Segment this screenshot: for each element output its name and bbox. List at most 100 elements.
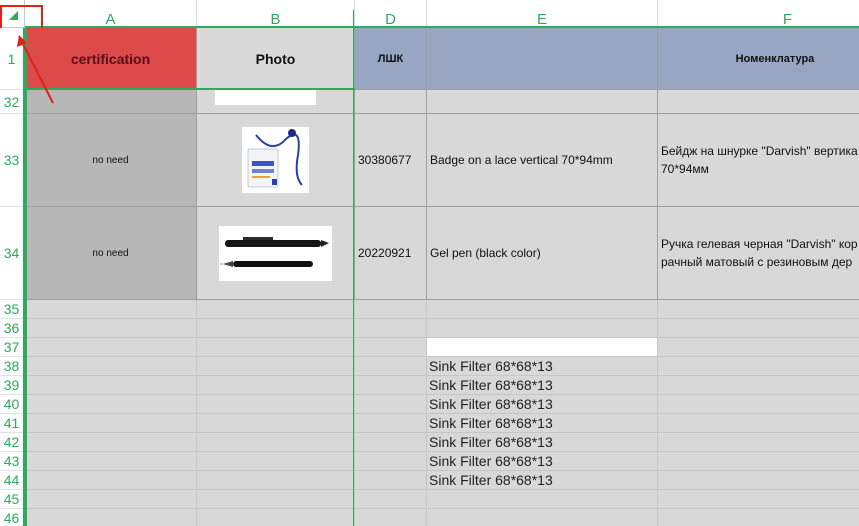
row33-code-cell[interactable]: 30380677 bbox=[355, 114, 427, 207]
row-header-32[interactable]: 32 bbox=[0, 90, 23, 114]
row46-description-cell[interactable] bbox=[427, 509, 658, 526]
column-header-e[interactable]: E bbox=[427, 0, 658, 28]
row-header-1[interactable]: 1 bbox=[0, 28, 23, 90]
row-header-40[interactable]: 40 bbox=[0, 395, 23, 414]
row-header-37[interactable]: 37 bbox=[0, 338, 23, 357]
row45-description-cell[interactable] bbox=[427, 490, 658, 509]
row43-code-cell[interactable] bbox=[355, 452, 427, 471]
row37-description-cell[interactable] bbox=[427, 338, 658, 357]
row38-description-cell[interactable]: Sink Filter 68*68*13 bbox=[427, 357, 658, 376]
row32-certification-cell[interactable] bbox=[25, 90, 197, 114]
row32-code-cell[interactable] bbox=[355, 90, 427, 114]
column-header-a[interactable]: A bbox=[25, 0, 197, 28]
row44-nomenclature-cell[interactable] bbox=[658, 471, 859, 490]
row-header-42[interactable]: 42 bbox=[0, 433, 23, 452]
column-header-d[interactable]: D bbox=[355, 0, 427, 28]
row-header-41[interactable]: 41 bbox=[0, 414, 23, 433]
row-header-34[interactable]: 34 bbox=[0, 207, 23, 300]
row46-code-cell[interactable] bbox=[355, 509, 427, 526]
row39-nomenclature-cell[interactable] bbox=[658, 376, 859, 395]
row46-nomenclature-cell[interactable] bbox=[658, 509, 859, 526]
row32-nomenclature-cell[interactable] bbox=[658, 90, 859, 114]
row40-certification-cell[interactable] bbox=[25, 395, 197, 414]
row41-certification-cell[interactable] bbox=[25, 414, 197, 433]
column-header-f[interactable]: F bbox=[658, 0, 859, 28]
row36-nomenclature-cell[interactable] bbox=[658, 319, 859, 338]
row39-certification-cell[interactable] bbox=[25, 376, 197, 395]
row43-certification-cell[interactable] bbox=[25, 452, 197, 471]
row41-description-cell[interactable]: Sink Filter 68*68*13 bbox=[427, 414, 658, 433]
row38-nomenclature-cell[interactable] bbox=[658, 357, 859, 376]
row46-certification-cell[interactable] bbox=[25, 509, 197, 526]
row41-photo-cell[interactable] bbox=[197, 414, 355, 433]
row35-description-cell[interactable] bbox=[427, 300, 658, 319]
row37-photo-cell[interactable] bbox=[197, 338, 355, 357]
row36-description-cell[interactable] bbox=[427, 319, 658, 338]
row45-nomenclature-cell[interactable] bbox=[658, 490, 859, 509]
row44-certification-cell[interactable] bbox=[25, 471, 197, 490]
row35-nomenclature-cell[interactable] bbox=[658, 300, 859, 319]
row43-photo-cell[interactable] bbox=[197, 452, 355, 471]
row32-description-cell[interactable] bbox=[427, 90, 658, 114]
row32-photo-cell[interactable] bbox=[197, 90, 355, 114]
row34-code-cell[interactable]: 20220921 bbox=[355, 207, 427, 300]
row-header-45[interactable]: 45 bbox=[0, 490, 23, 509]
header-certification-cell[interactable]: certification bbox=[25, 28, 197, 90]
row43-description-cell[interactable]: Sink Filter 68*68*13 bbox=[427, 452, 658, 471]
row-header-38[interactable]: 38 bbox=[0, 357, 23, 376]
row35-code-cell[interactable] bbox=[355, 300, 427, 319]
row45-photo-cell[interactable] bbox=[197, 490, 355, 509]
row-header-33[interactable]: 33 bbox=[0, 114, 23, 207]
row-header-35[interactable]: 35 bbox=[0, 300, 23, 319]
header-nomenclature-cell[interactable]: Номенклатура bbox=[658, 28, 859, 90]
header-code-cell[interactable]: ЛШК bbox=[355, 28, 427, 90]
row37-code-cell[interactable] bbox=[355, 338, 427, 357]
row39-code-cell[interactable] bbox=[355, 376, 427, 395]
row41-code-cell[interactable] bbox=[355, 414, 427, 433]
row36-code-cell[interactable] bbox=[355, 319, 427, 338]
row36-photo-cell[interactable] bbox=[197, 319, 355, 338]
row42-certification-cell[interactable] bbox=[25, 433, 197, 452]
row43-nomenclature-cell[interactable] bbox=[658, 452, 859, 471]
row38-photo-cell[interactable] bbox=[197, 357, 355, 376]
header-photo-cell[interactable]: Photo bbox=[197, 28, 355, 90]
row33-nomenclature-cell[interactable]: Бейдж на шнурке "Darvish" вертика 70*94м… bbox=[658, 114, 859, 207]
row42-nomenclature-cell[interactable] bbox=[658, 433, 859, 452]
row42-photo-cell[interactable] bbox=[197, 433, 355, 452]
row40-description-cell[interactable]: Sink Filter 68*68*13 bbox=[427, 395, 658, 414]
row33-certification-cell[interactable]: no need bbox=[25, 114, 197, 207]
row40-code-cell[interactable] bbox=[355, 395, 427, 414]
row34-description-cell[interactable]: Gel pen (black color) bbox=[427, 207, 658, 300]
row-header-46[interactable]: 46 bbox=[0, 509, 23, 526]
row37-nomenclature-cell[interactable] bbox=[658, 338, 859, 357]
row33-description-cell[interactable]: Badge on a lace vertical 70*94mm bbox=[427, 114, 658, 207]
row-header-43[interactable]: 43 bbox=[0, 452, 23, 471]
row44-description-cell[interactable]: Sink Filter 68*68*13 bbox=[427, 471, 658, 490]
row38-certification-cell[interactable] bbox=[25, 357, 197, 376]
row-header-39[interactable]: 39 bbox=[0, 376, 23, 395]
row42-description-cell[interactable]: Sink Filter 68*68*13 bbox=[427, 433, 658, 452]
row40-photo-cell[interactable] bbox=[197, 395, 355, 414]
row46-photo-cell[interactable] bbox=[197, 509, 355, 526]
row39-photo-cell[interactable] bbox=[197, 376, 355, 395]
row36-certification-cell[interactable] bbox=[25, 319, 197, 338]
row39-description-cell[interactable]: Sink Filter 68*68*13 bbox=[427, 376, 658, 395]
row35-certification-cell[interactable] bbox=[25, 300, 197, 319]
row38-code-cell[interactable] bbox=[355, 357, 427, 376]
row42-code-cell[interactable] bbox=[355, 433, 427, 452]
row37-certification-cell[interactable] bbox=[25, 338, 197, 357]
row41-nomenclature-cell[interactable] bbox=[658, 414, 859, 433]
header-description-cell[interactable] bbox=[427, 28, 658, 90]
row35-photo-cell[interactable] bbox=[197, 300, 355, 319]
row34-photo-cell[interactable] bbox=[197, 207, 355, 300]
row33-photo-cell[interactable] bbox=[197, 114, 355, 207]
row44-photo-cell[interactable] bbox=[197, 471, 355, 490]
row40-nomenclature-cell[interactable] bbox=[658, 395, 859, 414]
row44-code-cell[interactable] bbox=[355, 471, 427, 490]
row-header-36[interactable]: 36 bbox=[0, 319, 23, 338]
row34-certification-cell[interactable]: no need bbox=[25, 207, 197, 300]
row45-certification-cell[interactable] bbox=[25, 490, 197, 509]
row45-code-cell[interactable] bbox=[355, 490, 427, 509]
row34-nomenclature-cell[interactable]: Ручка гелевая черная "Darvish" кор рачны… bbox=[658, 207, 859, 300]
row-header-44[interactable]: 44 bbox=[0, 471, 23, 490]
